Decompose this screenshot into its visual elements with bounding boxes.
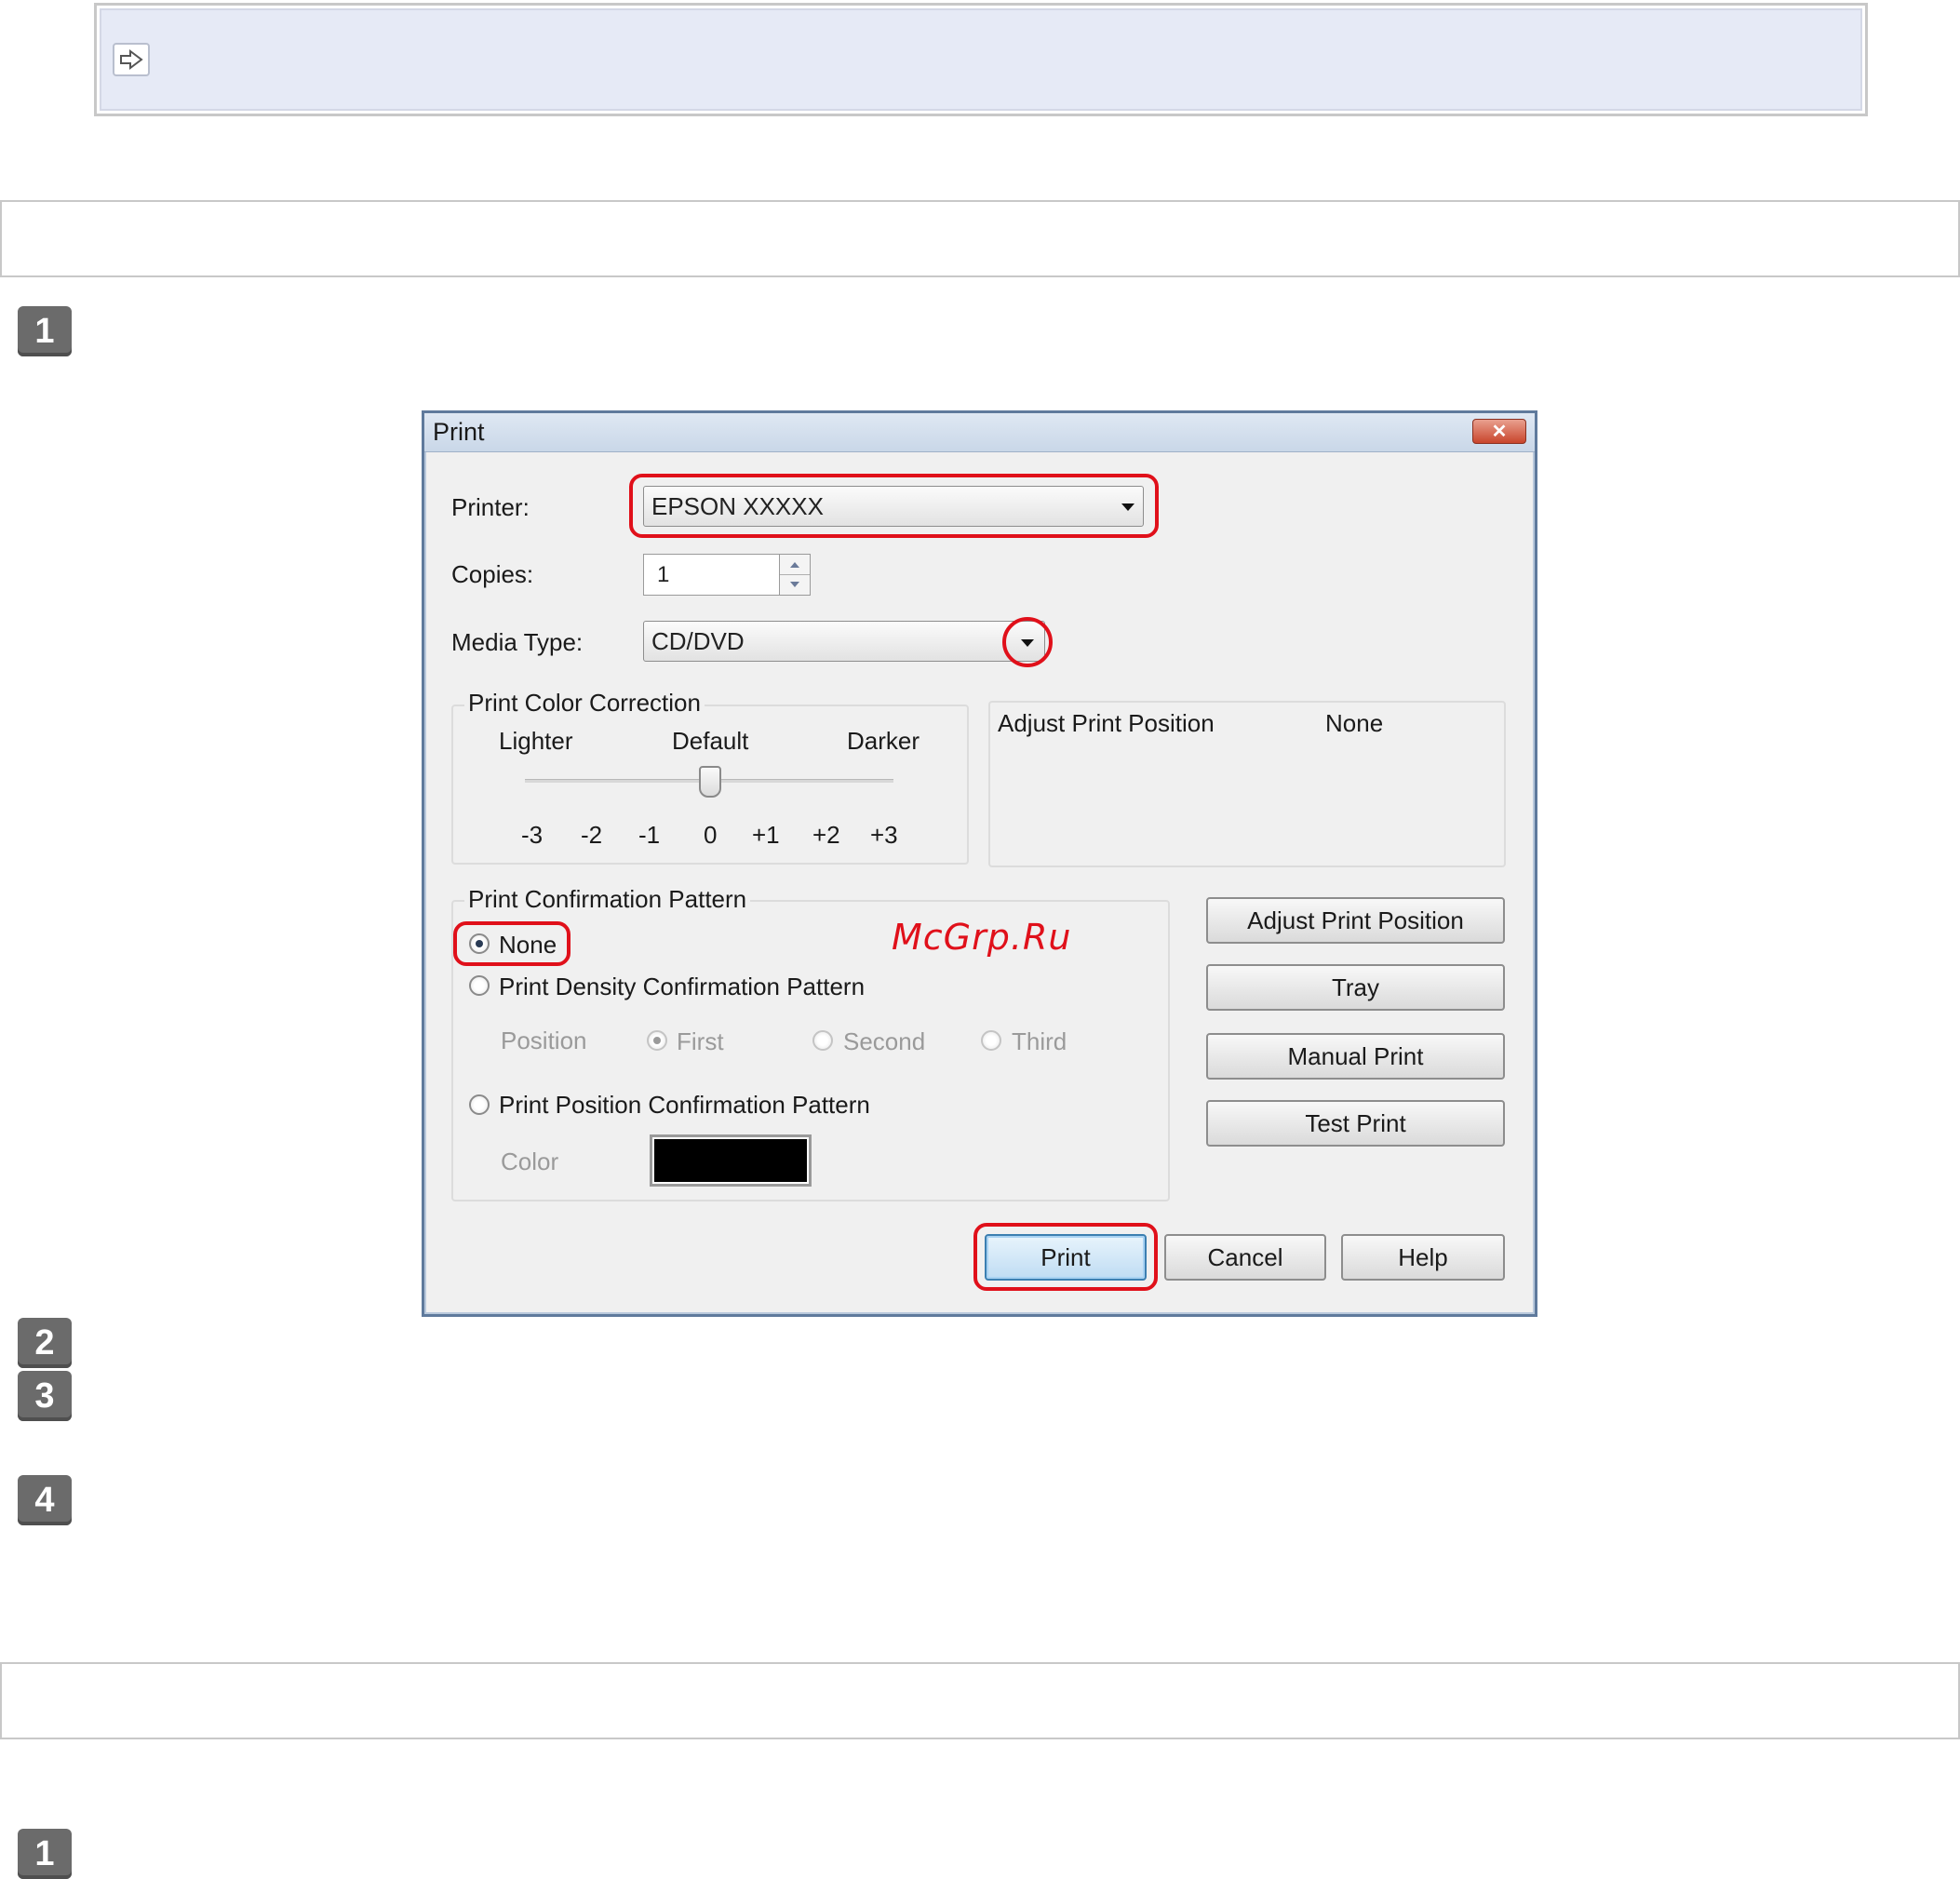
radio-position-first[interactable] (647, 1030, 667, 1051)
tick-label: -2 (581, 821, 603, 849)
copies-stepper[interactable] (779, 554, 811, 596)
radio-density-pattern[interactable] (469, 975, 490, 996)
radio-position-pattern-label[interactable]: Print Position Confirmation Pattern (499, 1091, 870, 1120)
tray-button[interactable]: Tray (1206, 964, 1505, 1011)
test-print-button[interactable]: Test Print (1206, 1100, 1505, 1147)
close-button[interactable]: ✕ (1472, 419, 1526, 444)
print-button[interactable]: Print (985, 1234, 1147, 1281)
step-badge-3: 3 (18, 1371, 72, 1421)
copies-label: Copies: (451, 560, 534, 588)
step-badge-1b: 1 (18, 1829, 72, 1879)
radio-position-third-label[interactable]: Third (1012, 1027, 1067, 1056)
media-type-select[interactable]: CD/DVD (643, 621, 1045, 662)
manual-print-button[interactable]: Manual Print (1206, 1033, 1505, 1080)
tick-label: -1 (638, 821, 661, 849)
radio-position-pattern[interactable] (469, 1094, 490, 1115)
step-badge-2: 2 (18, 1318, 72, 1368)
media-type-label: Media Type: (451, 628, 584, 656)
step-badge-4: 4 (18, 1475, 72, 1525)
media-type-value: CD/DVD (651, 626, 745, 655)
copies-input[interactable]: 1 (643, 554, 780, 596)
section-header-box (0, 1662, 1960, 1739)
color-correction-title: Print Color Correction (464, 689, 705, 718)
help-button[interactable]: Help (1341, 1234, 1505, 1281)
radio-none[interactable] (469, 933, 490, 954)
printer-select-value: EPSON XXXXX (651, 491, 824, 520)
close-icon: ✕ (1491, 422, 1508, 442)
section-header-box (0, 200, 1960, 277)
chevron-down-icon (1121, 503, 1134, 511)
tick-label: +3 (870, 821, 898, 849)
default-label: Default (672, 727, 749, 755)
note-box-inner (100, 8, 1862, 111)
lighter-label: Lighter (499, 727, 573, 755)
watermark-text: McGrp.Ru (892, 917, 1072, 958)
darker-label: Darker (847, 727, 920, 755)
color-correction-slider-thumb[interactable] (699, 766, 721, 798)
step-badge-1: 1 (18, 306, 72, 356)
arrow-right-icon[interactable] (113, 43, 150, 76)
printer-select[interactable]: EPSON XXXXX (643, 486, 1144, 527)
adjust-position-label: Adjust Print Position (998, 709, 1215, 737)
color-swatch-button[interactable] (650, 1134, 812, 1187)
radio-none-label[interactable]: None (499, 931, 557, 960)
tick-label: +2 (812, 821, 840, 849)
adjust-print-position-button[interactable]: Adjust Print Position (1206, 897, 1505, 944)
radio-position-first-label[interactable]: First (677, 1027, 724, 1056)
adjust-position-value: None (1325, 709, 1384, 737)
tick-label: 0 (704, 821, 718, 849)
radio-position-second-label[interactable]: Second (843, 1027, 925, 1056)
radio-position-third[interactable] (981, 1030, 1001, 1051)
color-label: Color (501, 1148, 559, 1175)
tick-label: +1 (752, 821, 780, 849)
dialog-title: Print (433, 418, 485, 446)
position-label: Position (501, 1027, 587, 1054)
chevron-down-icon[interactable] (1021, 639, 1034, 647)
tick-label: -3 (521, 821, 544, 849)
cancel-button[interactable]: Cancel (1164, 1234, 1326, 1281)
radio-density-pattern-label[interactable]: Print Density Confirmation Pattern (499, 973, 865, 1001)
dialog-titlebar (424, 413, 1535, 452)
printer-label: Printer: (451, 493, 530, 521)
confirmation-pattern-title: Print Confirmation Pattern (464, 885, 751, 914)
radio-position-second[interactable] (812, 1030, 833, 1051)
